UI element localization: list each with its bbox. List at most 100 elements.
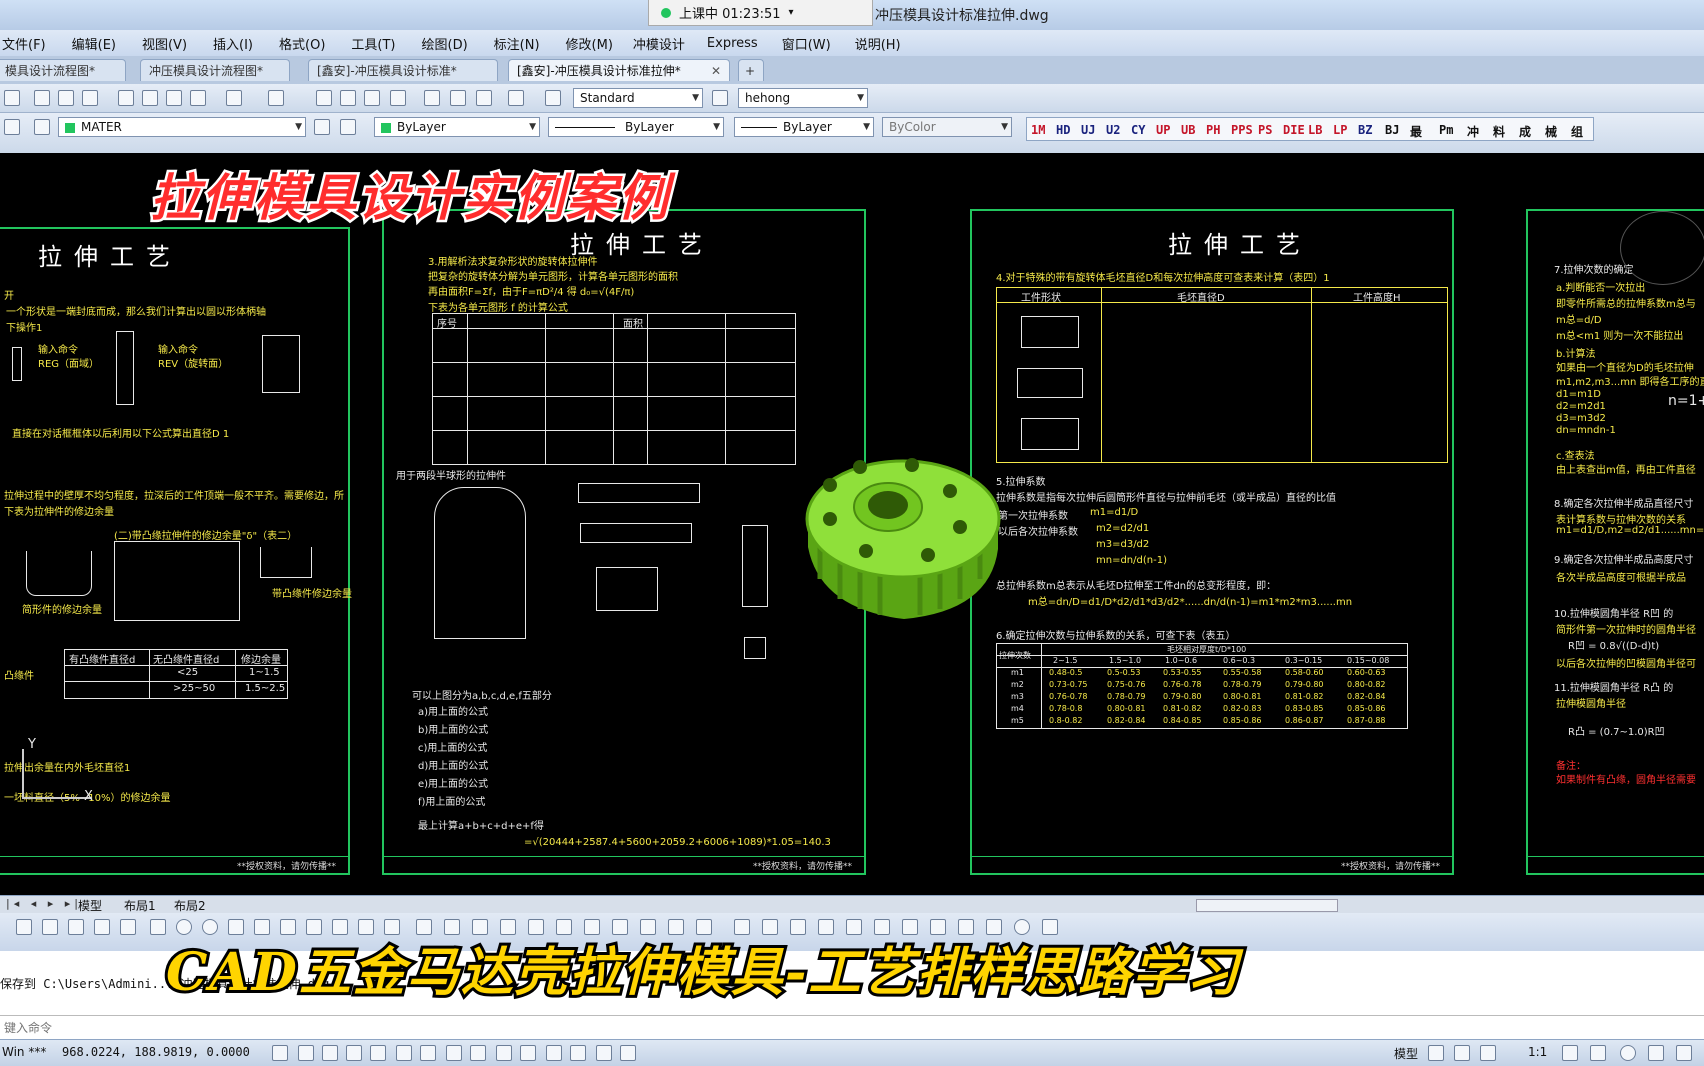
help-icon[interactable] [508, 90, 524, 106]
grid-display-icon[interactable] [322, 1045, 338, 1061]
custom-button-22[interactable]: 组 [1571, 123, 1583, 140]
custom-button-12[interactable]: LB [1308, 123, 1322, 137]
tab-doc-1[interactable]: 模具设计流程图* [0, 59, 126, 81]
annotation-scale[interactable]: 1:1 [1528, 1045, 1547, 1059]
line-tool-icon[interactable] [120, 919, 136, 935]
drawing-canvas[interactable]: 拉伸工艺 开 一个形状是一端封底而成，那么我们计算出以圆以形体柄轴 下操作1 输… [0, 153, 1704, 895]
lineweight-display-icon[interactable] [520, 1045, 536, 1061]
grid-tool-icon[interactable] [150, 919, 166, 935]
snap-mode-icon[interactable] [298, 1045, 314, 1061]
tab-layout2[interactable]: 布局2 [174, 897, 206, 914]
menu-file[interactable]: 文件(F) [2, 34, 60, 53]
clean-screen-icon[interactable] [1676, 1045, 1692, 1061]
custom-button-1[interactable]: 1M [1031, 123, 1045, 137]
zoom-previous-icon[interactable] [390, 90, 406, 106]
custom-button-19[interactable]: 料 [1493, 123, 1505, 140]
paste-icon[interactable] [166, 90, 182, 106]
custom-button-3[interactable]: UJ [1081, 123, 1095, 137]
custom-button-11[interactable]: DIE [1283, 123, 1305, 137]
menu-die-design[interactable]: 冲模设计 [633, 34, 699, 53]
preview-icon[interactable] [58, 90, 74, 106]
chevron-down-icon[interactable]: ▾ [789, 7, 794, 18]
menu-help[interactable]: 说明(H) [855, 34, 915, 53]
dynamic-input-icon[interactable] [496, 1045, 512, 1061]
horizontal-scrollbar[interactable] [1196, 899, 1338, 912]
motor-housing-3d-model[interactable] [800, 439, 1006, 629]
layer-previous-icon[interactable] [340, 119, 356, 135]
ortho-mode-icon[interactable] [346, 1045, 362, 1061]
annotation-monitor-icon[interactable] [620, 1045, 636, 1061]
transparency-icon[interactable] [546, 1045, 562, 1061]
custom-button-13[interactable]: LP [1333, 123, 1347, 137]
new-tab-button[interactable]: + [738, 59, 764, 81]
custom-button-16[interactable]: 最 [1410, 123, 1422, 140]
custom-button-2[interactable]: HD [1056, 123, 1070, 137]
layer-state-icon[interactable] [4, 119, 20, 135]
coordinate-readout[interactable]: 968.0224, 188.9819, 0.0000 [62, 1045, 250, 1059]
text-tool-icon[interactable] [42, 919, 58, 935]
custom-button-6[interactable]: UP [1156, 123, 1170, 137]
ducs-icon[interactable] [470, 1045, 486, 1061]
color-select[interactable]: ByLayer ▼ [374, 117, 540, 137]
plot-tool-icon[interactable] [94, 919, 110, 935]
plotstyle-select[interactable]: ByColor ▼ [882, 117, 1012, 137]
3d-osnap-icon[interactable] [420, 1045, 436, 1061]
match-properties-icon[interactable] [190, 90, 206, 106]
selection-cycling-icon[interactable] [596, 1045, 612, 1061]
otrack-icon[interactable] [446, 1045, 462, 1061]
text-style-icon[interactable] [545, 90, 561, 106]
viewcube-icon[interactable] [1620, 211, 1704, 285]
custom-button-21[interactable]: 械 [1545, 123, 1557, 140]
command-input[interactable] [2, 1018, 1106, 1038]
custom-button-15[interactable]: BJ [1385, 123, 1399, 137]
redo-icon[interactable] [268, 90, 284, 106]
layer-lock-icon[interactable] [34, 119, 50, 135]
layout-icon[interactable] [1428, 1045, 1444, 1061]
tab-doc-2[interactable]: 冲压模具设计流程图* [140, 59, 290, 81]
menu-format[interactable]: 格式(O) [279, 34, 339, 53]
copy-icon[interactable] [142, 90, 158, 106]
design-center-icon[interactable] [450, 90, 466, 106]
tab-doc-3[interactable]: [鑫安]-冲压模具设计标准* [308, 59, 498, 81]
menu-edit[interactable]: 编辑(E) [72, 34, 130, 53]
menu-dimension[interactable]: 标注(N) [494, 34, 554, 53]
save-icon[interactable] [4, 90, 20, 106]
custom-button-18[interactable]: 冲 [1467, 123, 1479, 140]
tab-doc-4[interactable]: [鑫安]-冲压模具设计标准拉伸* ✕ [508, 59, 730, 81]
undo-icon[interactable] [226, 90, 242, 106]
quick-view-icon[interactable] [1454, 1045, 1470, 1061]
table-tool-icon[interactable] [68, 919, 84, 935]
menu-insert[interactable]: 插入(I) [213, 34, 267, 53]
properties-icon[interactable] [424, 90, 440, 106]
annotation-visibility-icon[interactable] [1562, 1045, 1578, 1061]
menu-view[interactable]: 视图(V) [142, 34, 201, 53]
print-icon[interactable] [34, 90, 50, 106]
make-current-icon[interactable] [314, 119, 330, 135]
custom-button-10[interactable]: PS [1258, 123, 1272, 137]
quick-properties-icon[interactable] [570, 1045, 586, 1061]
text-style-select[interactable]: Standard ▼ [573, 88, 703, 108]
custom-button-8[interactable]: PH [1206, 123, 1220, 137]
pan-icon[interactable] [316, 90, 332, 106]
custom-button-20[interactable]: 成 [1519, 123, 1531, 140]
cut-icon[interactable] [118, 90, 134, 106]
linetype-select[interactable]: ByLayer ▼ [548, 117, 724, 137]
tool-palette-icon[interactable] [476, 90, 492, 106]
custom-button-9[interactable]: PPS [1231, 123, 1253, 137]
menu-express[interactable]: Express [707, 36, 772, 51]
layout-nav-arrows[interactable]: |◂ ◂ ▸ ▸| [6, 897, 82, 910]
tab-layout1[interactable]: 布局1 [124, 897, 156, 914]
lineweight-select[interactable]: ByLayer ▼ [734, 117, 874, 137]
drawings-icon[interactable] [1480, 1045, 1496, 1061]
dim-style-icon[interactable] [712, 90, 728, 106]
infer-constraints-icon[interactable] [272, 1045, 288, 1061]
layer-select[interactable]: MATER ▼ [58, 117, 306, 137]
custom-button-7[interactable]: UB [1181, 123, 1195, 137]
lock-icon[interactable] [1648, 1045, 1664, 1061]
tab-model[interactable]: 模型 [78, 897, 102, 914]
menu-tools[interactable]: 工具(T) [351, 34, 409, 53]
custom-button-14[interactable]: BZ [1358, 123, 1372, 137]
draw-tool-icon[interactable] [16, 919, 32, 935]
custom-button-5[interactable]: CY [1131, 123, 1145, 137]
zoom-icon[interactable] [340, 90, 356, 106]
